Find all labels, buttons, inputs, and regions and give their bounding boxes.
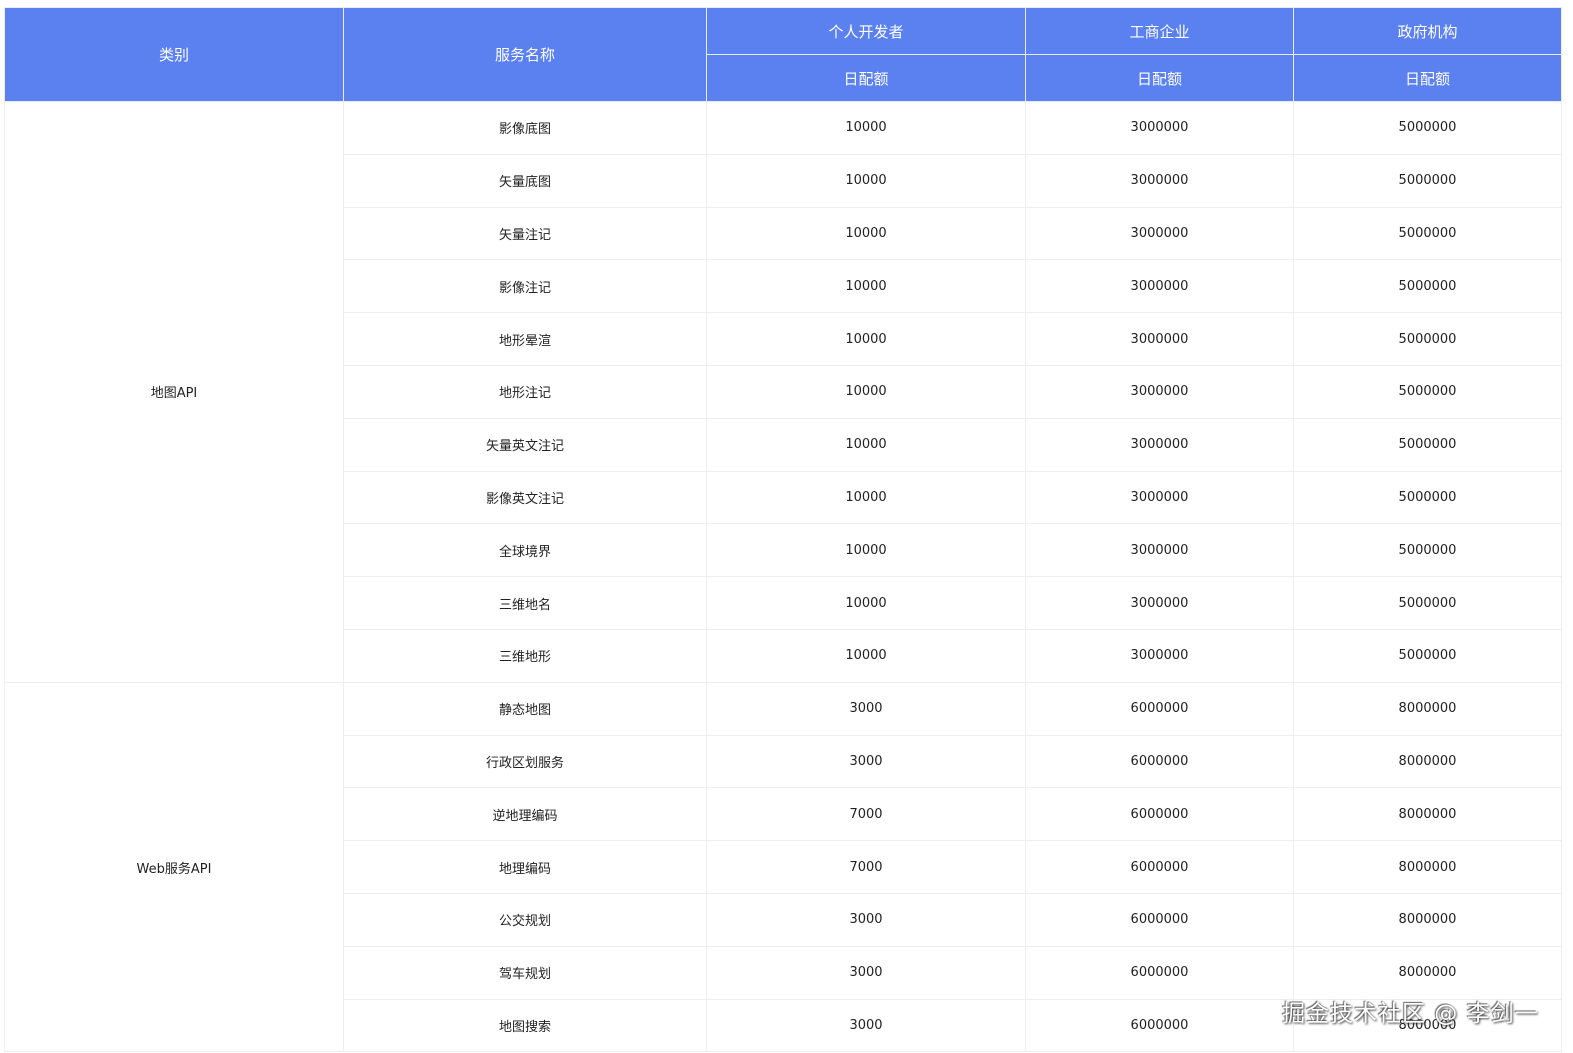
header-daily-quota: 日配额 xyxy=(1293,54,1562,102)
header-daily-quota: 日配额 xyxy=(1025,54,1294,102)
individual-quota-cell: 10000 xyxy=(706,153,1026,208)
service-name-cell: 影像注记 xyxy=(343,259,707,314)
government-quota-cell: 8000000 xyxy=(1293,734,1562,789)
individual-quota-cell: 10000 xyxy=(706,259,1026,314)
government-quota-cell: 5000000 xyxy=(1293,417,1562,472)
government-quota-cell: 5000000 xyxy=(1293,470,1562,525)
individual-quota-cell: 3000 xyxy=(706,998,1026,1053)
individual-quota-cell: 7000 xyxy=(706,787,1026,842)
service-name-cell: 公交规划 xyxy=(343,892,707,947)
service-name-cell: 矢量底图 xyxy=(343,153,707,208)
service-name-cell: 矢量注记 xyxy=(343,206,707,261)
enterprise-quota-cell: 3000000 xyxy=(1025,206,1294,261)
service-name-cell: 静态地图 xyxy=(343,681,707,736)
government-quota-cell: 8000000 xyxy=(1293,892,1562,947)
government-quota-cell: 8000000 xyxy=(1293,945,1562,1000)
enterprise-quota-cell: 3000000 xyxy=(1025,470,1294,525)
enterprise-quota-cell: 6000000 xyxy=(1025,840,1294,894)
enterprise-quota-cell: 3000000 xyxy=(1025,101,1294,155)
service-name-cell: 矢量英文注记 xyxy=(343,417,707,472)
individual-quota-cell: 10000 xyxy=(706,417,1026,472)
service-name-cell: 影像底图 xyxy=(343,101,707,155)
header-individual: 个人开发者 xyxy=(706,7,1026,55)
service-name-cell: 行政区划服务 xyxy=(343,734,707,789)
service-name-cell: 驾车规划 xyxy=(343,945,707,1000)
enterprise-quota-cell: 6000000 xyxy=(1025,734,1294,789)
government-quota-cell: 8000000 xyxy=(1293,840,1562,894)
service-name-cell: 全球境界 xyxy=(343,523,707,578)
service-name-cell: 逆地理编码 xyxy=(343,787,707,842)
header-category: 类别 xyxy=(4,7,344,102)
service-name-cell: 地形注记 xyxy=(343,364,707,419)
enterprise-quota-cell: 3000000 xyxy=(1025,576,1294,630)
government-quota-cell: 5000000 xyxy=(1293,576,1562,630)
enterprise-quota-cell: 3000000 xyxy=(1025,417,1294,472)
individual-quota-cell: 10000 xyxy=(706,628,1026,683)
government-quota-cell: 5000000 xyxy=(1293,259,1562,314)
table-row: Web服务API 静态地图 3000 6000000 8000000 xyxy=(4,681,1562,1053)
service-name-cell: 影像英文注记 xyxy=(343,470,707,525)
quota-table: 类别 服务名称 个人开发者 工商企业 政府机构 日配额 日配额 日配额 地图AP… xyxy=(4,7,1562,1053)
service-name-cell: 三维地形 xyxy=(343,628,707,683)
individual-quota-cell: 3000 xyxy=(706,681,1026,736)
individual-quota-cell: 10000 xyxy=(706,101,1026,155)
header-service: 服务名称 xyxy=(343,7,707,102)
service-name-cell: 地理编码 xyxy=(343,840,707,894)
service-name-cell: 地形晕渲 xyxy=(343,312,707,366)
service-name-cell: 地图搜索 xyxy=(343,998,707,1053)
enterprise-quota-cell: 6000000 xyxy=(1025,945,1294,1000)
header-government: 政府机构 xyxy=(1293,7,1562,55)
service-name-cell: 三维地名 xyxy=(343,576,707,630)
watermark: 掘金技术社区 @ 李剑一 xyxy=(1282,1001,1539,1027)
individual-quota-cell: 10000 xyxy=(706,523,1026,578)
enterprise-quota-cell: 3000000 xyxy=(1025,153,1294,208)
government-quota-cell: 8000000 xyxy=(1293,681,1562,736)
government-quota-cell: 5000000 xyxy=(1293,153,1562,208)
individual-quota-cell: 10000 xyxy=(706,470,1026,525)
header-daily-quota: 日配额 xyxy=(706,54,1026,102)
enterprise-quota-cell: 3000000 xyxy=(1025,523,1294,578)
enterprise-quota-cell: 3000000 xyxy=(1025,312,1294,366)
individual-quota-cell: 10000 xyxy=(706,312,1026,366)
category-cell: 地图API xyxy=(4,101,344,683)
government-quota-cell: 5000000 xyxy=(1293,523,1562,578)
enterprise-quota-cell: 6000000 xyxy=(1025,892,1294,947)
government-quota-cell: 8000000 xyxy=(1293,787,1562,842)
individual-quota-cell: 10000 xyxy=(706,364,1026,419)
enterprise-quota-cell: 3000000 xyxy=(1025,259,1294,314)
individual-quota-cell: 10000 xyxy=(706,576,1026,630)
government-quota-cell: 5000000 xyxy=(1293,628,1562,683)
table-row: 地图API 影像底图 10000 3000000 5000000 xyxy=(4,101,1562,683)
individual-quota-cell: 3000 xyxy=(706,734,1026,789)
government-quota-cell: 5000000 xyxy=(1293,364,1562,419)
enterprise-quota-cell: 6000000 xyxy=(1025,681,1294,736)
header-enterprise: 工商企业 xyxy=(1025,7,1294,55)
government-quota-cell: 5000000 xyxy=(1293,312,1562,366)
enterprise-quota-cell: 6000000 xyxy=(1025,998,1294,1053)
government-quota-cell: 5000000 xyxy=(1293,206,1562,261)
individual-quota-cell: 7000 xyxy=(706,840,1026,894)
individual-quota-cell: 3000 xyxy=(706,945,1026,1000)
enterprise-quota-cell: 3000000 xyxy=(1025,364,1294,419)
individual-quota-cell: 3000 xyxy=(706,892,1026,947)
enterprise-quota-cell: 6000000 xyxy=(1025,787,1294,842)
government-quota-cell: 5000000 xyxy=(1293,101,1562,155)
enterprise-quota-cell: 3000000 xyxy=(1025,628,1294,683)
individual-quota-cell: 10000 xyxy=(706,206,1026,261)
category-cell: Web服务API xyxy=(4,681,344,1053)
